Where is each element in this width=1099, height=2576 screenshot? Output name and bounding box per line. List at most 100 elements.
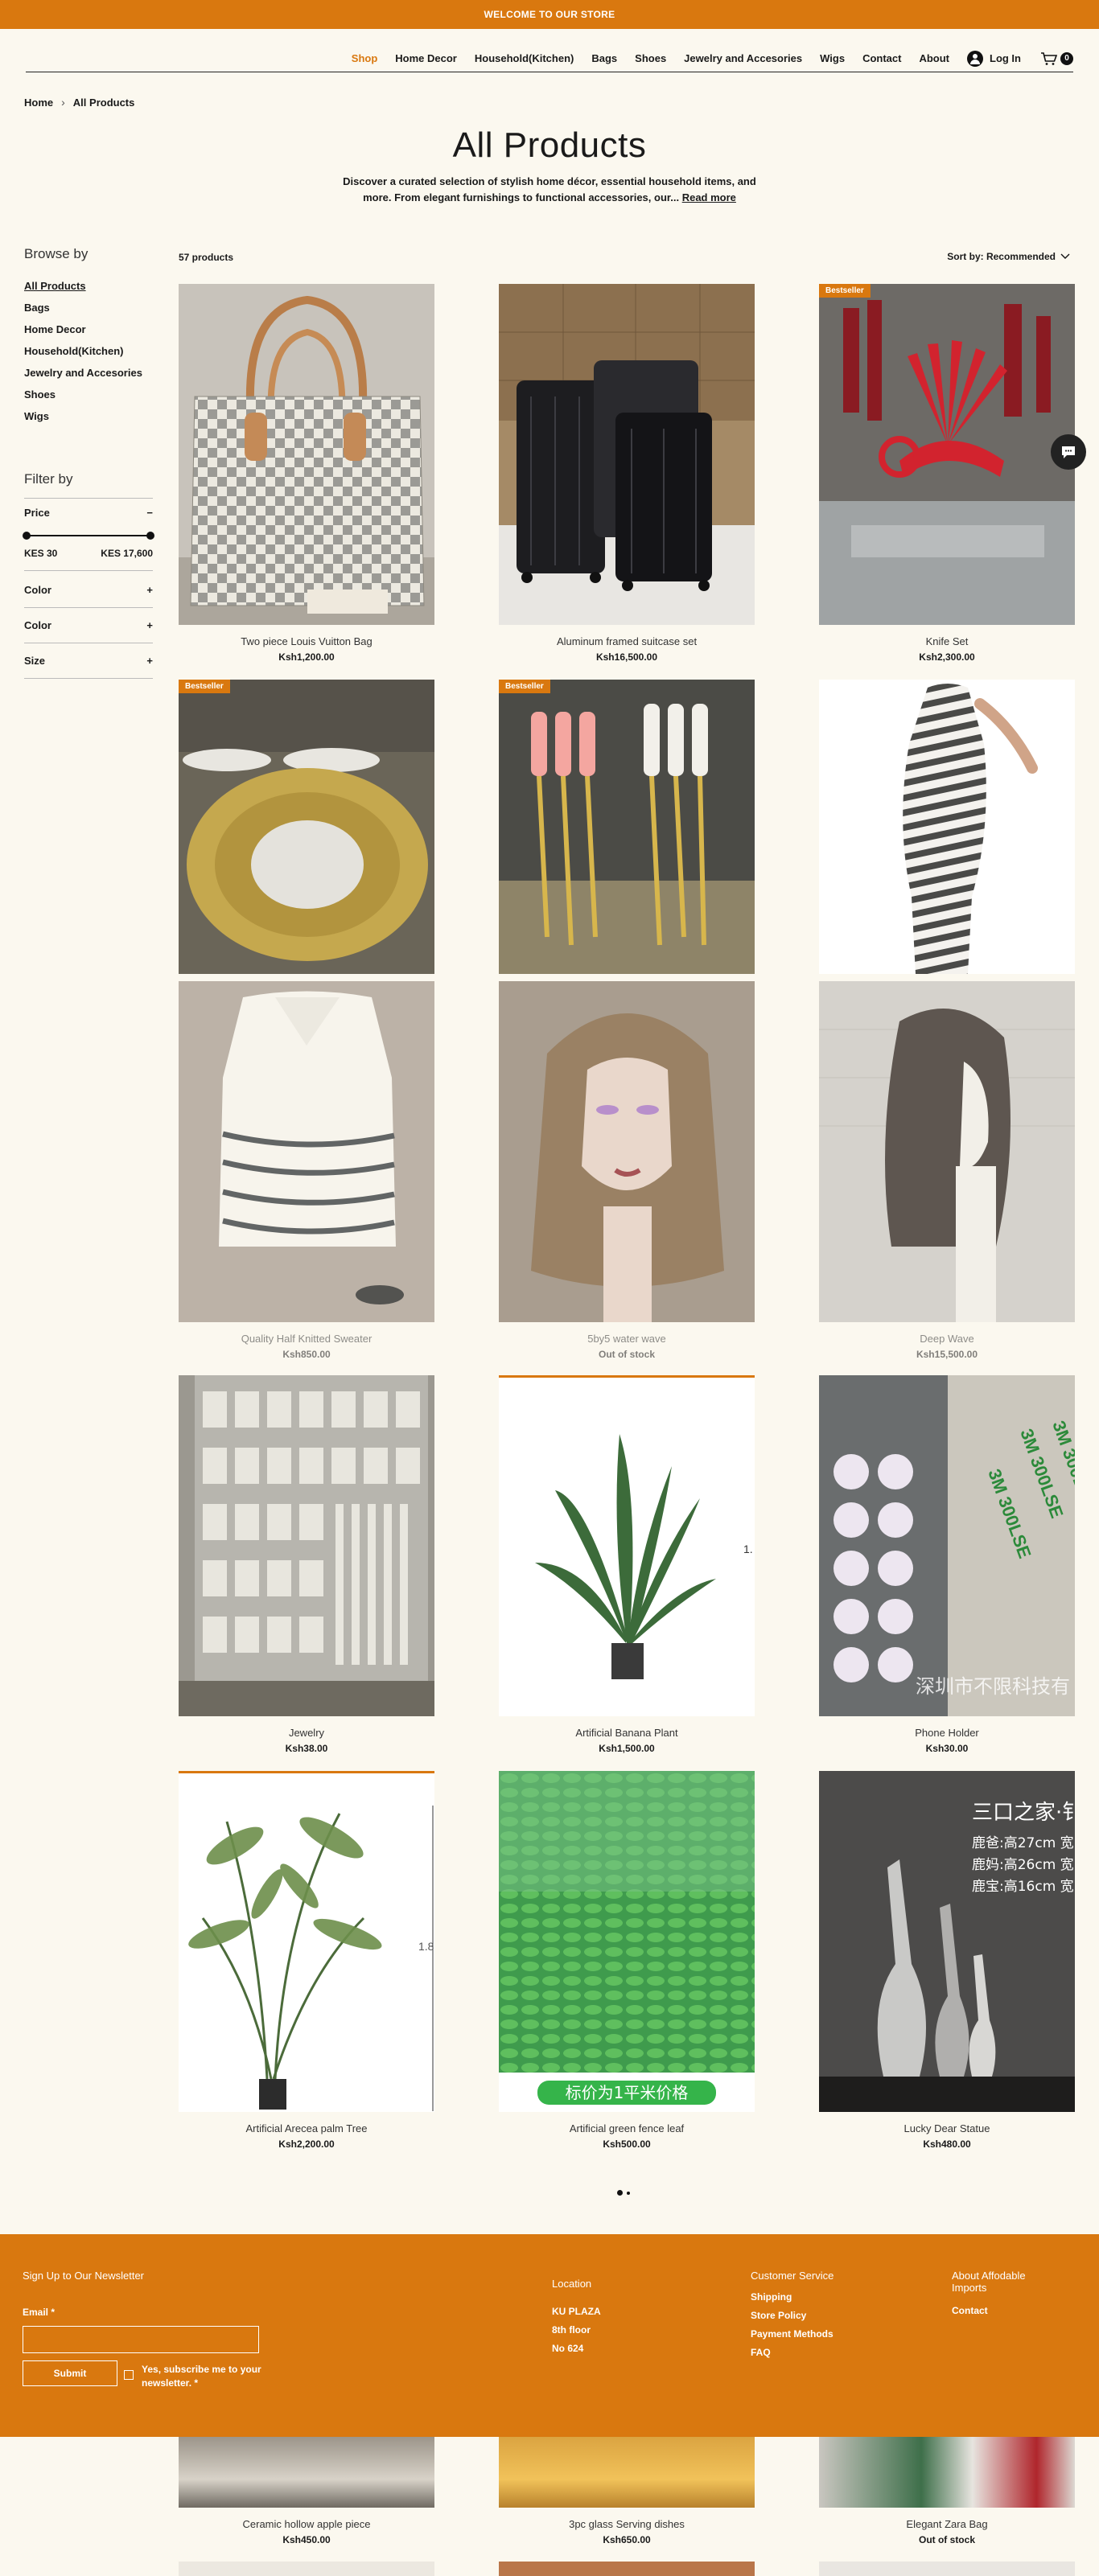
product-card[interactable]: Quality Half Knitted Sweater Ksh850.00 xyxy=(179,981,434,1360)
page-dot-active[interactable] xyxy=(617,2190,623,2196)
category-jewelry[interactable]: Jewelry and Accesories xyxy=(24,367,153,379)
submit-button[interactable]: Submit xyxy=(23,2360,117,2386)
product-price: Ksh2,300.00 xyxy=(919,651,975,663)
customer-service-title: Customer Service xyxy=(751,2270,834,2282)
location-line: No 624 xyxy=(552,2343,584,2354)
price-slider-track[interactable] xyxy=(23,532,154,540)
filter-color[interactable]: Color + xyxy=(24,573,153,608)
payment-methods-link[interactable]: Payment Methods xyxy=(751,2328,834,2340)
contact-link[interactable]: Contact xyxy=(952,2305,1056,2316)
store-policy-link[interactable]: Store Policy xyxy=(751,2310,834,2321)
image-detail-text: 鹿宝:高16cm 宽 xyxy=(972,1879,1074,1895)
category-wigs[interactable]: Wigs xyxy=(24,410,153,422)
category-household[interactable]: Household(Kitchen) xyxy=(24,345,153,357)
product-card[interactable]: Deep Wave Ksh15,500.00 xyxy=(819,981,1075,1360)
nav-contact[interactable]: Contact xyxy=(862,52,901,64)
product-card[interactable]: 1. Artificial Banana Plant Ksh1,500.00 xyxy=(499,1375,755,1754)
product-image[interactable] xyxy=(819,2562,1075,2576)
product-image[interactable] xyxy=(499,2437,755,2508)
filter-heading: Filter by xyxy=(24,471,73,487)
location-line: 8th floor xyxy=(552,2324,591,2336)
price-slider-max-handle[interactable] xyxy=(146,532,154,540)
product-card[interactable]: Bestseller xyxy=(499,680,755,974)
about-column: About Affodable Imports Contact xyxy=(952,2270,1056,2323)
collapse-minus-icon[interactable]: − xyxy=(146,507,153,519)
price-slider-min-handle[interactable] xyxy=(23,532,31,540)
breadcrumb: Home › All Products xyxy=(24,96,134,109)
product-card[interactable]: Two piece Louis Vuitton Bag Ksh1,200.00 xyxy=(179,284,434,663)
nav-shoes[interactable]: Shoes xyxy=(635,52,666,64)
login-button[interactable]: Log In xyxy=(967,50,1021,67)
email-input[interactable] xyxy=(23,2326,259,2353)
shipping-link[interactable]: Shipping xyxy=(751,2291,834,2303)
product-card[interactable]: 三口之家·钅 鹿爸:高27cm 宽 鹿妈:高26cm 宽 鹿宝:高16cm 宽 … xyxy=(819,1771,1075,2150)
product-name: Two piece Louis Vuitton Bag xyxy=(241,635,373,647)
category-all-products[interactable]: All Products xyxy=(24,280,153,292)
product-image xyxy=(499,284,755,625)
nav-shop[interactable]: Shop xyxy=(352,52,378,64)
nav-wigs[interactable]: Wigs xyxy=(820,52,845,64)
product-card[interactable]: 5by5 water wave Out of stock xyxy=(499,981,755,1360)
product-image: 三口之家·钅 鹿爸:高27cm 宽 鹿妈:高26cm 宽 鹿宝:高16cm 宽 xyxy=(819,1771,1075,2112)
sort-dropdown[interactable]: Sort by: Recommended xyxy=(947,251,1070,262)
category-bags[interactable]: Bags xyxy=(24,302,153,314)
filter-size[interactable]: Size + xyxy=(24,643,153,679)
filter-size-label: Size xyxy=(24,655,46,667)
product-name: Artificial Arecea palm Tree xyxy=(245,2122,368,2134)
nav-jewelry[interactable]: Jewelry and Accesories xyxy=(684,52,802,64)
product-name: Phone Holder xyxy=(915,1727,979,1739)
cart-button[interactable]: 0 xyxy=(1040,51,1073,66)
product-image[interactable] xyxy=(819,2437,1075,2508)
product-card[interactable]: Aluminum framed suitcase set Ksh16,500.0… xyxy=(499,284,755,663)
breadcrumb-home[interactable]: Home xyxy=(24,97,53,109)
subscribe-checkbox[interactable] xyxy=(124,2370,134,2380)
read-more-link[interactable]: Read more xyxy=(682,191,736,203)
product-image xyxy=(819,680,1075,974)
product-card[interactable]: 3M 300LSE 3M 300LSE 3M 300LSE 深圳市不限科技有 P… xyxy=(819,1375,1075,1754)
expand-plus-icon: + xyxy=(146,655,153,667)
product-card[interactable]: Bestseller xyxy=(179,680,434,974)
product-price: Ksh30.00 xyxy=(925,1743,969,1754)
product-image[interactable] xyxy=(499,2562,755,2576)
expand-plus-icon: + xyxy=(146,584,153,596)
bestseller-badge: Bestseller xyxy=(499,680,550,693)
image-detail-text: 鹿爸:高27cm 宽 xyxy=(972,1835,1074,1851)
image-label-text: 标价为1平米价格 xyxy=(566,2083,689,2102)
product-image[interactable] xyxy=(179,2437,434,2508)
product-name: Elegant Zara Bag xyxy=(906,2518,988,2530)
breadcrumb-current: All Products xyxy=(72,96,135,109)
product-price: Ksh500.00 xyxy=(603,2138,651,2150)
filter-color-2[interactable]: Color + xyxy=(24,608,153,643)
product-card[interactable]: Bestseller Knife Set Ksh2,300.00 xyxy=(819,284,1075,663)
nav-about[interactable]: About xyxy=(919,52,949,64)
location-line: KU PLAZA xyxy=(552,2306,601,2317)
category-home-decor[interactable]: Home Decor xyxy=(24,323,153,335)
login-label: Log In xyxy=(990,52,1021,64)
price-filter: Price − KES 30 KES 17,600 xyxy=(23,507,154,571)
faq-link[interactable]: FAQ xyxy=(751,2347,834,2358)
nav-bags[interactable]: Bags xyxy=(591,52,617,64)
user-avatar-icon xyxy=(967,50,983,67)
product-card[interactable]: 1.8 Artificial Arecea palm Tree Ksh2,200… xyxy=(179,1771,434,2150)
product-price: Ksh16,500.00 xyxy=(595,651,658,663)
product-card[interactable]: 标价为1平米价格 Artificial green fence leaf Ksh… xyxy=(499,1771,755,2150)
email-label: Email * xyxy=(23,2307,56,2318)
product-card[interactable]: Jewelry Ksh38.00 xyxy=(179,1375,434,1754)
product-price: Ksh650.00 xyxy=(603,2534,651,2545)
image-edge-text: 1. xyxy=(743,1543,753,1555)
product-card[interactable] xyxy=(819,680,1075,974)
expand-plus-icon: + xyxy=(146,619,153,631)
product-image[interactable] xyxy=(179,2562,434,2576)
newsletter-title: Sign Up to Our Newsletter xyxy=(23,2270,145,2282)
product-name: Artificial Banana Plant xyxy=(575,1727,678,1739)
bestseller-badge: Bestseller xyxy=(819,284,871,298)
image-edge-text: 1.8 xyxy=(418,1940,434,1953)
location-title: Location xyxy=(552,2278,592,2290)
nav-home-decor[interactable]: Home Decor xyxy=(395,52,457,64)
nav-household[interactable]: Household(Kitchen) xyxy=(475,52,574,64)
category-shoes[interactable]: Shoes xyxy=(24,388,153,401)
chat-button[interactable] xyxy=(1051,434,1086,470)
page-dot[interactable] xyxy=(627,2191,630,2195)
price-min-value: KES 30 xyxy=(24,548,58,559)
image-detail-text: 鹿妈:高26cm 宽 xyxy=(972,1857,1074,1873)
